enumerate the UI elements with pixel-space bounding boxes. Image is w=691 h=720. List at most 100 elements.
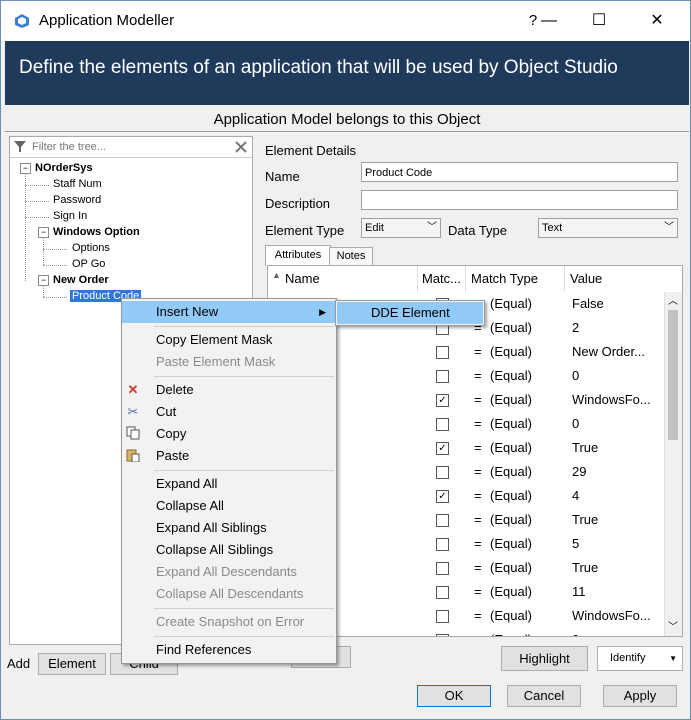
menu-item-find-references[interactable]: Find References [122, 639, 336, 661]
menu-item-copy[interactable]: Copy [122, 423, 336, 445]
menu-item-insert-new[interactable]: Insert New ▶ [122, 301, 336, 323]
match-checkbox[interactable] [436, 538, 449, 551]
tree-node-new-order[interactable]: New Order [53, 274, 109, 286]
tree-node-staff-num[interactable]: Staff Num [53, 178, 102, 190]
match-checkbox[interactable] [436, 586, 449, 599]
menu-item-cut[interactable]: ✂ Cut [122, 401, 336, 423]
menu-item-paste-element-mask[interactable]: Paste Element Mask [122, 351, 336, 373]
column-header-value[interactable]: Value [566, 266, 662, 292]
match-checkbox[interactable]: ✓ [436, 394, 449, 407]
collapse-icon[interactable]: − [38, 227, 49, 238]
menu-item-paste[interactable]: Paste [122, 445, 336, 467]
cell-match-type[interactable]: (Equal) [490, 484, 564, 508]
cell-match-type[interactable]: (Equal) [490, 604, 564, 628]
identify-button[interactable]: Identify ▼ [597, 646, 683, 671]
filter-input[interactable] [30, 138, 229, 156]
cell-match-type[interactable]: (Equal) [490, 388, 564, 412]
description-field[interactable] [361, 190, 678, 210]
chevron-down-icon: ﹀ [427, 222, 437, 233]
maximize-button[interactable]: ☐ [577, 1, 621, 41]
match-checkbox[interactable] [436, 370, 449, 383]
menu-item-dde-element[interactable]: DDE Element [337, 302, 483, 324]
tree-node-norder-sys[interactable]: NOrderSys [35, 162, 92, 174]
cell-value[interactable]: WindowsFo... [572, 604, 662, 628]
menu-item-create-snapshot[interactable]: Create Snapshot on Error [122, 611, 336, 633]
tab-attributes[interactable]: Attributes [265, 245, 331, 266]
cell-value[interactable]: False [572, 292, 662, 316]
match-checkbox[interactable] [436, 514, 449, 527]
column-header-match[interactable]: Matc... [418, 266, 466, 292]
cell-match-type[interactable]: (Equal) [490, 532, 564, 556]
name-field[interactable]: Product Code [361, 162, 678, 182]
cell-value[interactable]: True [572, 556, 662, 580]
cell-match-type[interactable]: (Equal) [490, 436, 564, 460]
ok-button[interactable]: OK [417, 685, 491, 707]
banner-text: Define the elements of an application th… [19, 57, 618, 78]
match-checkbox[interactable] [436, 418, 449, 431]
cell-match-type[interactable]: (Equal) [490, 628, 564, 636]
match-checkbox[interactable] [436, 634, 449, 636]
cell-match-type[interactable]: (Equal) [490, 340, 564, 364]
cell-match-type[interactable]: (Equal) [490, 292, 564, 316]
match-checkbox[interactable] [436, 562, 449, 575]
scroll-down-icon[interactable]: ﹀ [668, 618, 678, 633]
highlight-button[interactable]: Highlight [501, 646, 588, 671]
tree-line [43, 265, 67, 266]
column-header-match-type[interactable]: Match Type [467, 266, 565, 292]
scrollbar-thumb[interactable] [668, 310, 678, 440]
match-checkbox[interactable]: ✓ [436, 442, 449, 455]
match-checkbox[interactable]: ✓ [436, 490, 449, 503]
minimize-button[interactable]: — [527, 1, 571, 41]
cell-value[interactable]: WindowsFo... [572, 388, 662, 412]
menu-item-expand-all-siblings[interactable]: Expand All Siblings [122, 517, 336, 539]
menu-item-expand-all[interactable]: Expand All [122, 473, 336, 495]
scroll-up-icon[interactable]: ︿ [668, 292, 678, 307]
tree-node-windows-option[interactable]: Windows Option [53, 226, 140, 238]
application-modeller-window: Application Modeller ? — ☐ ✕ Define the … [0, 0, 691, 720]
window-title: Application Modeller [39, 12, 175, 29]
cell-match-type[interactable]: (Equal) [490, 580, 564, 604]
cell-match-type[interactable]: (Equal) [490, 556, 564, 580]
element-type-select[interactable]: Edit ﹀ [361, 218, 441, 238]
collapse-icon[interactable]: − [20, 163, 31, 174]
add-element-button[interactable]: Element [38, 653, 106, 675]
cell-value[interactable]: 29 [572, 460, 662, 484]
tree-node-options[interactable]: Options [72, 242, 110, 254]
cell-match-type[interactable]: (Equal) [490, 316, 564, 340]
match-checkbox[interactable] [436, 466, 449, 479]
menu-item-copy-element-mask[interactable]: Copy Element Mask [122, 329, 336, 351]
cancel-button[interactable]: Cancel [507, 685, 581, 707]
match-checkbox[interactable] [436, 346, 449, 359]
cell-value[interactable]: 5 [572, 532, 662, 556]
cell-value[interactable]: 0 [572, 412, 662, 436]
clear-filter-icon[interactable] [234, 140, 248, 154]
apply-button[interactable]: Apply [603, 685, 677, 707]
collapse-icon[interactable]: − [38, 275, 49, 286]
cell-match-type[interactable]: (Equal) [490, 460, 564, 484]
cell-match-type[interactable]: (Equal) [490, 364, 564, 388]
close-button[interactable]: ✕ [635, 1, 679, 41]
cell-value[interactable]: 4 [572, 484, 662, 508]
cell-value[interactable]: 0 [572, 628, 662, 636]
tree-node-password[interactable]: Password [53, 194, 101, 206]
cell-value[interactable]: 2 [572, 316, 662, 340]
cell-value[interactable]: True [572, 436, 662, 460]
cell-value[interactable]: 0 [572, 364, 662, 388]
menu-item-delete[interactable]: ✕ Delete [122, 379, 336, 401]
cell-value[interactable]: New Order... [572, 340, 662, 364]
cell-value[interactable]: True [572, 508, 662, 532]
tab-notes[interactable]: Notes [329, 247, 373, 266]
menu-item-collapse-all-siblings[interactable]: Collapse All Siblings [122, 539, 336, 561]
vertical-scrollbar[interactable]: ︿ ﹀ [664, 292, 682, 636]
cell-match-type[interactable]: (Equal) [490, 508, 564, 532]
tree-node-sign-in[interactable]: Sign In [53, 210, 87, 222]
menu-item-collapse-all-descendants[interactable]: Collapse All Descendants [122, 583, 336, 605]
tree-node-op-go[interactable]: OP Go [72, 258, 105, 270]
menu-item-expand-all-descendants[interactable]: Expand All Descendants [122, 561, 336, 583]
menu-item-collapse-all[interactable]: Collapse All [122, 495, 336, 517]
cell-match-type[interactable]: (Equal) [490, 412, 564, 436]
column-header-name[interactable]: ▲ Name [268, 266, 418, 292]
match-checkbox[interactable] [436, 610, 449, 623]
data-type-select[interactable]: Text ﹀ [538, 218, 678, 238]
cell-value[interactable]: 11 [572, 580, 662, 604]
